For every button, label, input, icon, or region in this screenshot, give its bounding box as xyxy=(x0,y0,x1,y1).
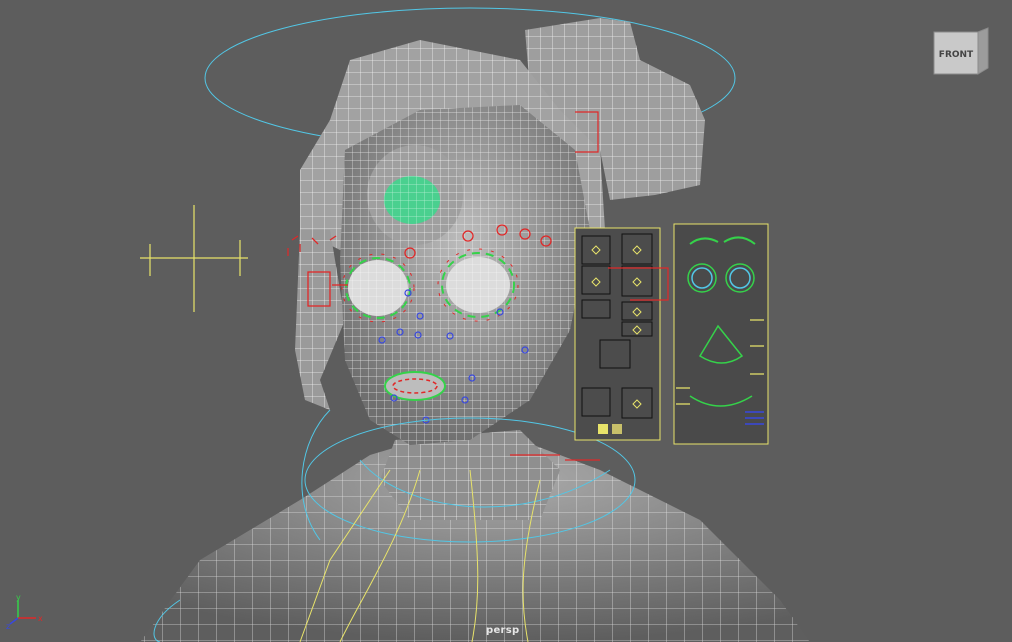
camera-label: persp xyxy=(486,625,520,636)
axis-z-label: z xyxy=(6,622,10,630)
hair-red-markers[interactable] xyxy=(287,244,301,256)
viewcube-icon[interactable]: FRONT xyxy=(932,26,990,78)
slider-control-panel[interactable] xyxy=(574,227,669,441)
locator-icon[interactable] xyxy=(140,205,248,312)
maya-viewport[interactable]: FRONT y x z persp xyxy=(0,0,1012,642)
viewcube-front-label: FRONT xyxy=(939,50,974,60)
scene-canvas[interactable] xyxy=(0,0,1012,642)
axis-gizmo-icon: y x z xyxy=(6,593,46,631)
mouth-controls[interactable] xyxy=(384,371,446,401)
face-board-panel[interactable] xyxy=(673,223,769,445)
bang-curl-mesh[interactable] xyxy=(367,145,463,245)
axis-y-label: y xyxy=(16,594,21,602)
axis-x-label: x xyxy=(38,614,43,623)
